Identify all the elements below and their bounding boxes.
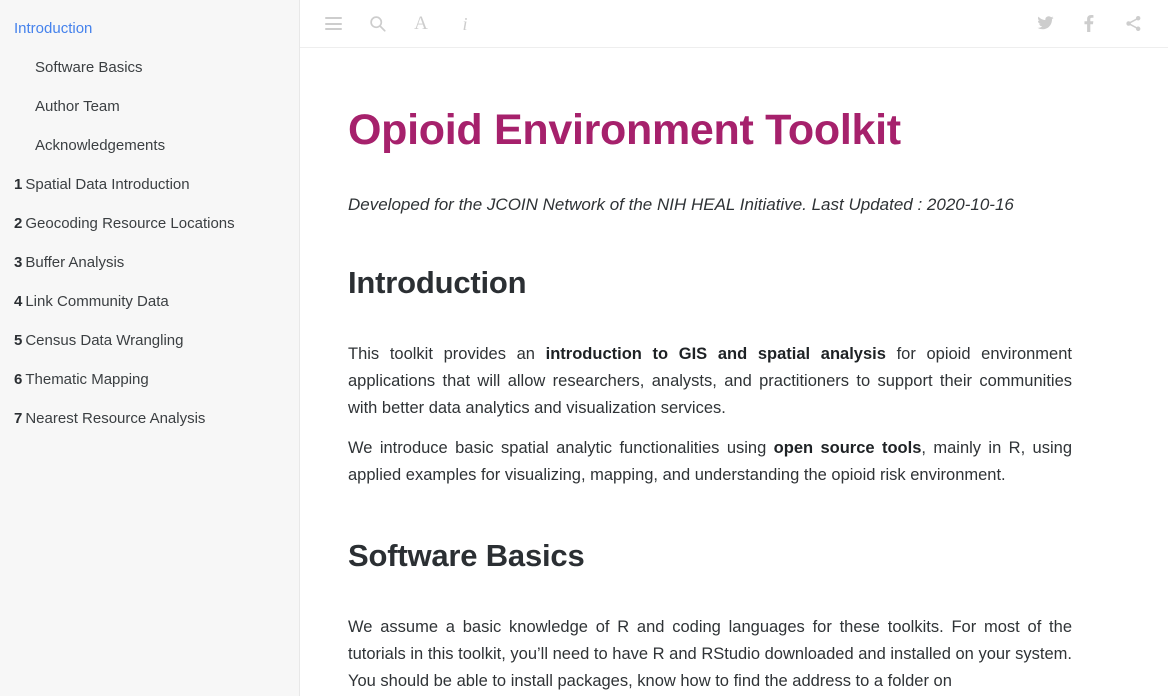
top-toolbar: A i [300, 0, 1168, 48]
sidebar-item-label: Spatial Data Introduction [25, 176, 190, 193]
sidebar-item-census-data-wrangling[interactable]: 5 Census Data Wrangling [0, 321, 299, 360]
sidebar-item-spatial-data-introduction[interactable]: 1 Spatial Data Introduction [0, 165, 299, 204]
sidebar-item-software-basics[interactable]: Software Basics [0, 48, 299, 87]
menu-icon[interactable] [320, 11, 346, 37]
sidebar-item-label: Acknowledgements [35, 137, 166, 154]
toc-number: 5 [14, 332, 23, 349]
text-run: We introduce basic spatial analytic func… [348, 438, 774, 457]
toc-entry: 7 Nearest Resource Analysis [0, 399, 299, 438]
sidebar-item-geocoding-resource-locations[interactable]: 2 Geocoding Resource Locations [0, 204, 299, 243]
toc-entry: 1 Spatial Data Introduction [0, 165, 299, 204]
toc-entry: Introduction [0, 9, 299, 48]
sidebar-item-label: Link Community Data [25, 293, 169, 310]
share-icon[interactable] [1120, 11, 1146, 37]
sidebar-item-label: Buffer Analysis [25, 254, 125, 271]
paragraph-intro-1: This toolkit provides an introduction to… [348, 341, 1072, 422]
paragraph-intro-2: We introduce basic spatial analytic func… [348, 435, 1072, 489]
toc-entry: Software Basics [0, 48, 299, 87]
toc-number: 4 [14, 293, 23, 310]
heading-software-basics: Software Basics [348, 537, 585, 573]
twitter-icon[interactable] [1032, 11, 1058, 37]
toc-number: 1 [14, 176, 23, 193]
document-content: Opioid Environment Toolkit Developed for… [300, 48, 1120, 695]
sidebar-item-label: Census Data Wrangling [25, 332, 184, 349]
info-icon[interactable]: i [452, 11, 478, 37]
sidebar-item-label: Thematic Mapping [25, 371, 149, 388]
sidebar-item-link-community-data[interactable]: 4 Link Community Data [0, 282, 299, 321]
font-size-glyph: A [414, 13, 428, 34]
sidebar-item-nearest-resource-analysis[interactable]: 7 Nearest Resource Analysis [0, 399, 299, 438]
sidebar-item-label: Nearest Resource Analysis [25, 410, 206, 427]
emphasis-open-source: open source tools [773, 438, 922, 457]
toc-entry: 5 Census Data Wrangling [0, 321, 299, 360]
sidebar-item-author-team[interactable]: Author Team [0, 87, 299, 126]
font-size-icon[interactable]: A [408, 11, 434, 37]
toolbar-right-group [1032, 11, 1146, 37]
toc-number: 6 [14, 371, 23, 388]
toc-number: 7 [14, 410, 23, 427]
toc-entry: 4 Link Community Data [0, 282, 299, 321]
search-icon[interactable] [364, 11, 390, 37]
main-panel: A i Opioid Environment Toolkit Developed… [300, 0, 1168, 696]
sidebar-item-label: Introduction [14, 20, 93, 37]
toc-number: 2 [14, 215, 23, 232]
toc-entry: Acknowledgements [0, 126, 299, 165]
sidebar-item-acknowledgements[interactable]: Acknowledgements [0, 126, 299, 165]
text-run: This toolkit provides an [348, 344, 546, 363]
sidebar-item-label: Geocoding Resource Locations [25, 215, 235, 232]
sidebar-item-buffer-analysis[interactable]: 3 Buffer Analysis [0, 243, 299, 282]
paragraph-software-1: We assume a basic knowledge of R and cod… [348, 617, 1072, 690]
sidebar-item-thematic-mapping[interactable]: 6 Thematic Mapping [0, 360, 299, 399]
toc-number: 3 [14, 254, 23, 271]
subtitle-line: Developed for the JCOIN Network of the N… [348, 195, 1014, 215]
toolbar-left-group: A i [320, 11, 478, 37]
heading-introduction: Introduction [348, 264, 527, 300]
hamburger-bars [324, 17, 342, 30]
sidebar-item-label: Author Team [35, 98, 120, 115]
page-root: Introduction Software Basics Author Team Ac… [0, 0, 1168, 696]
toc-entry: Author Team [0, 87, 299, 126]
toc-entry: 3 Buffer Analysis [0, 243, 299, 282]
info-glyph: i [462, 13, 468, 34]
toc-entry: 6 Thematic Mapping [0, 360, 299, 399]
sidebar-item-label: Software Basics [35, 59, 143, 76]
page-title: Opioid Environment Toolkit [348, 106, 901, 154]
sidebar-toc[interactable]: Introduction Software Basics Author Team Ac… [0, 0, 300, 696]
emphasis-gis-spatial: introduction to GIS and spatial analysis [545, 344, 886, 363]
toc-entry: 2 Geocoding Resource Locations [0, 204, 299, 243]
sidebar-item-introduction[interactable]: Introduction [0, 9, 299, 48]
facebook-icon[interactable] [1076, 11, 1102, 37]
toc-list: Introduction Software Basics Author Team Ac… [0, 9, 299, 438]
